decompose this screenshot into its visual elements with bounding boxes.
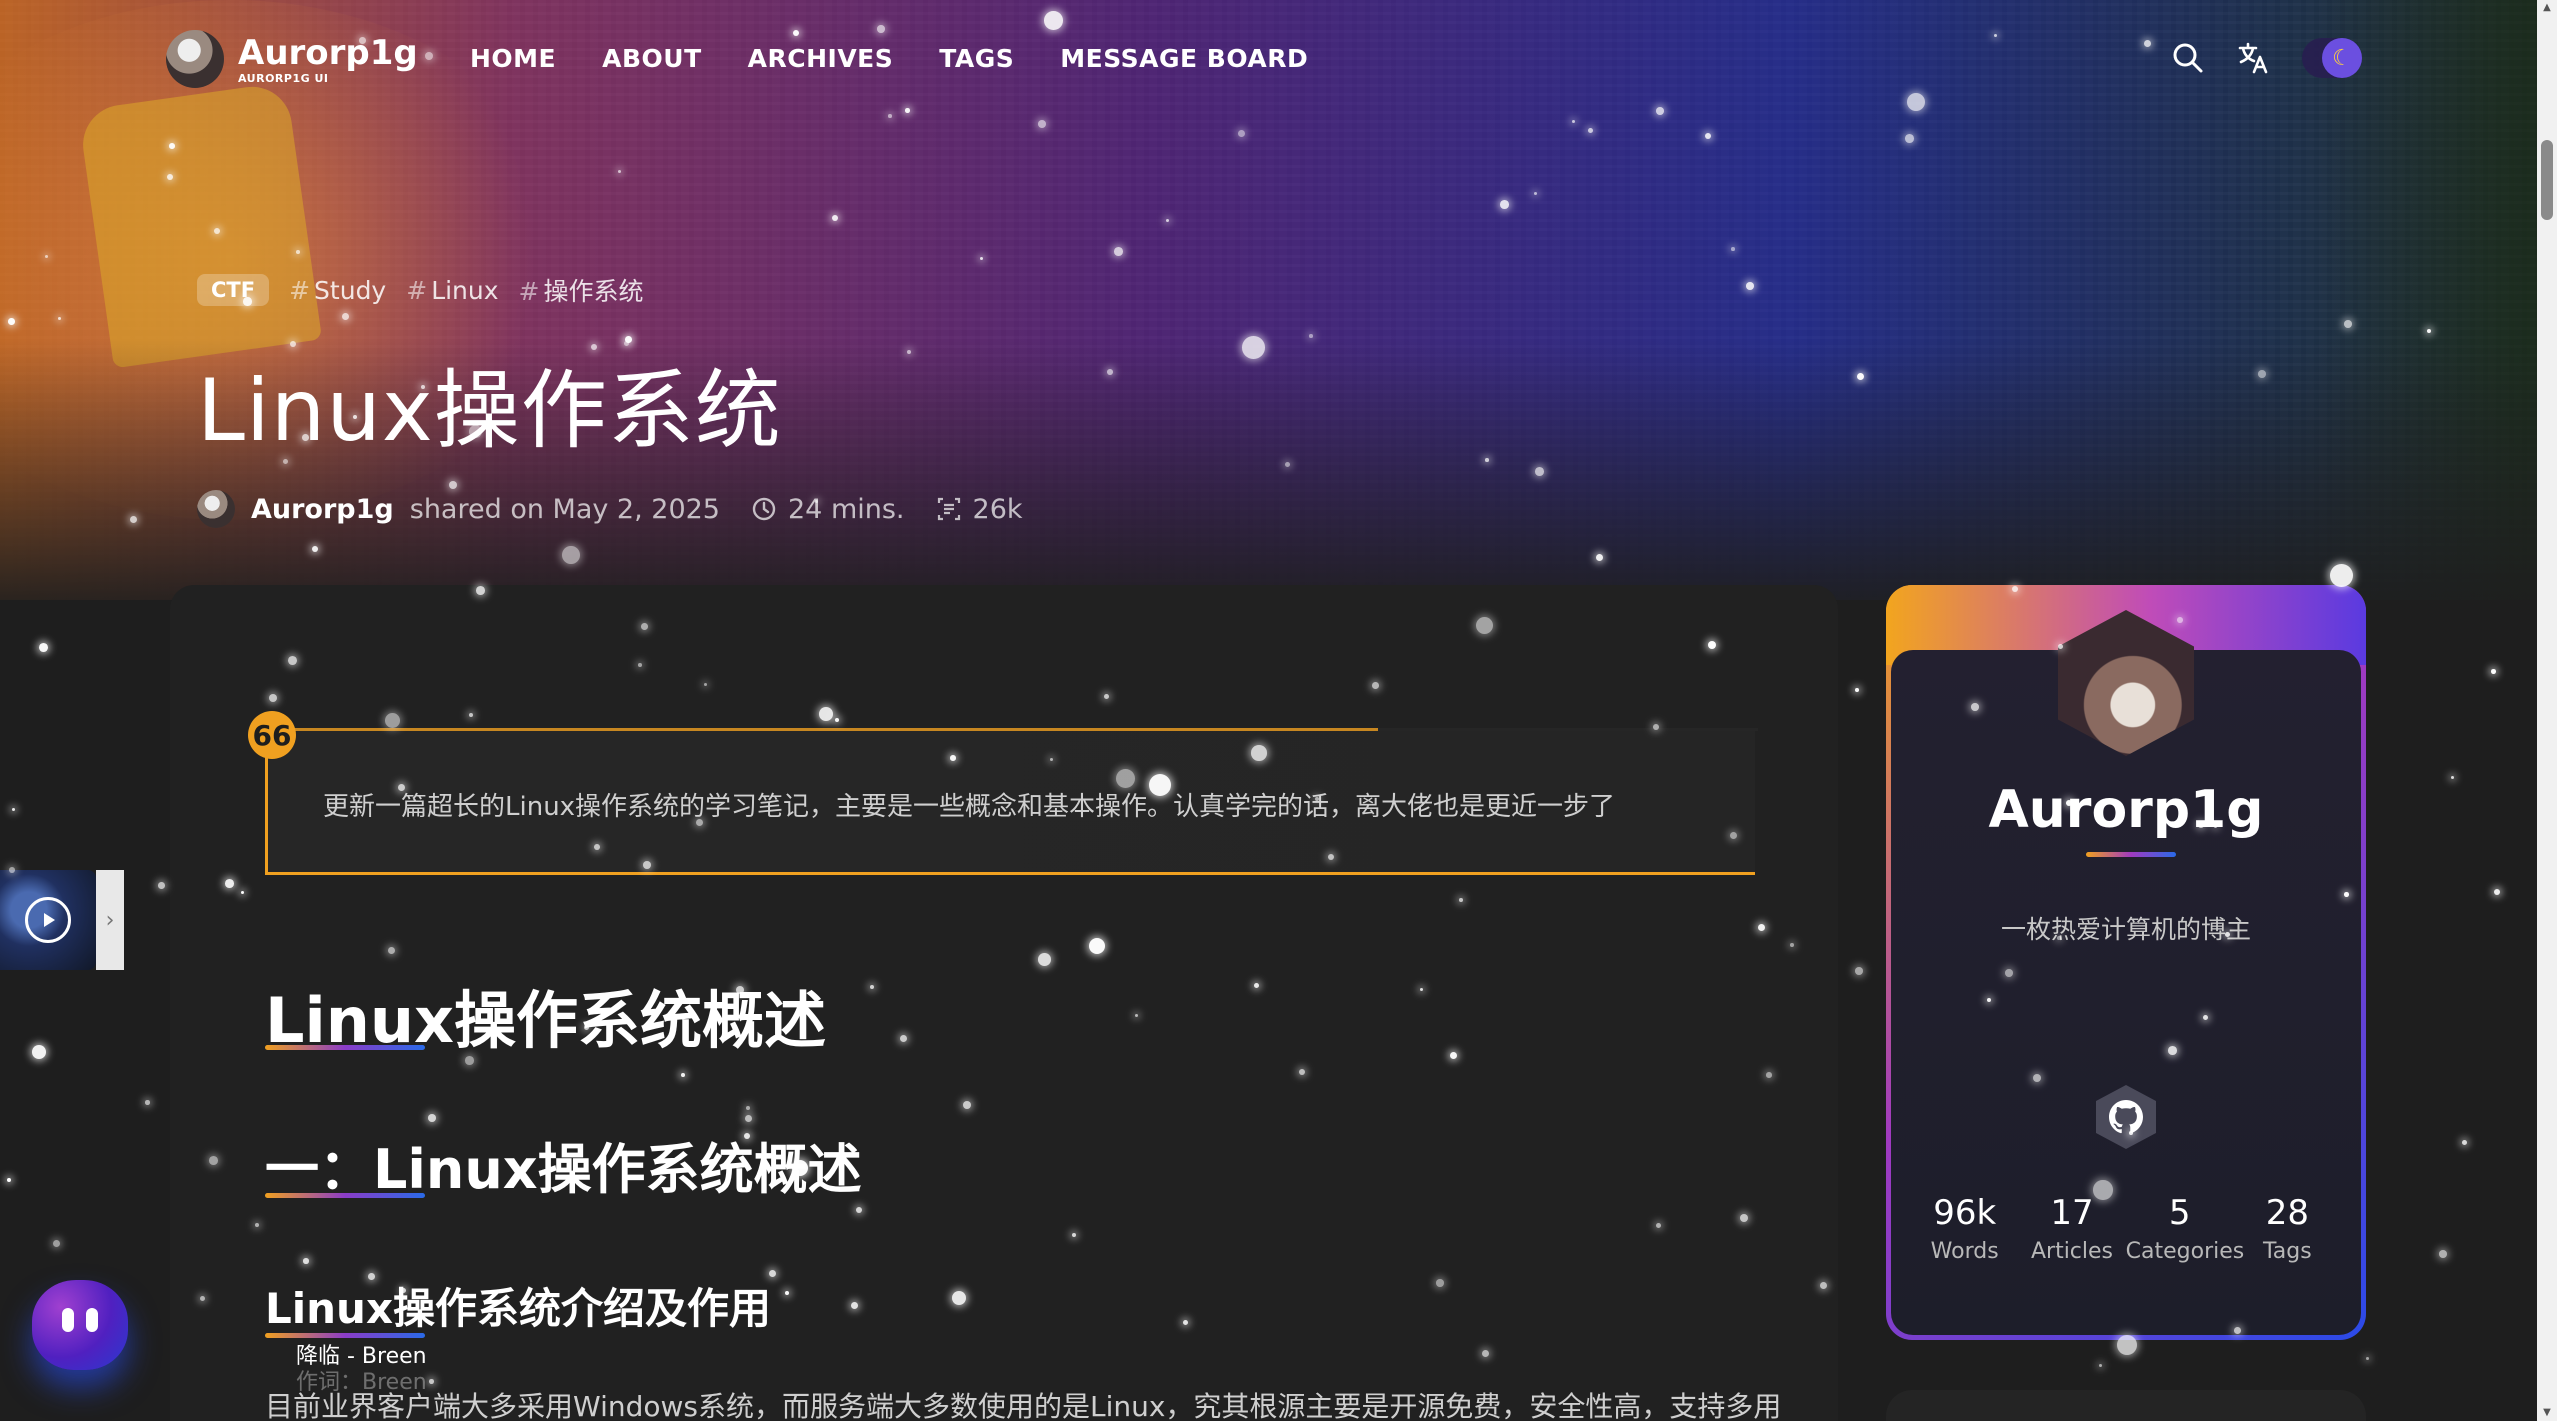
snowflake bbox=[1855, 967, 1863, 975]
brand-avatar bbox=[166, 30, 224, 88]
read-time: 24 mins. bbox=[750, 494, 905, 525]
lyric-next: 作词：Breen bbox=[296, 1370, 427, 1395]
tag-link[interactable]: # Linux bbox=[406, 276, 498, 305]
hash-icon: # bbox=[518, 277, 540, 306]
expand-player-button[interactable]: › bbox=[96, 870, 124, 970]
article-card: 66 更新一篇超长的Linux操作系统的学习笔记，主要是一些概念和基本操作。认真… bbox=[170, 585, 1838, 1421]
stat-label: Categories bbox=[2125, 1239, 2245, 1264]
quote-icon: 66 bbox=[248, 711, 296, 759]
snowflake bbox=[7, 1178, 11, 1182]
nav-message-board[interactable]: MESSAGE BOARD bbox=[1060, 44, 1308, 73]
shared-date: shared on May 2, 2025 bbox=[409, 493, 720, 525]
heading-underline bbox=[265, 1193, 425, 1198]
mascot-eye bbox=[62, 1308, 74, 1332]
snowflake bbox=[1855, 688, 1859, 692]
theme-toggle[interactable]: ☾ bbox=[2302, 38, 2362, 78]
stat-tags[interactable]: 28 Tags bbox=[2234, 1193, 2341, 1264]
tag-link[interactable]: # Study bbox=[289, 276, 386, 305]
quote-text: 更新一篇超长的Linux操作系统的学习笔记，主要是一些概念和基本操作。认真学完的… bbox=[323, 792, 1616, 822]
snowflake bbox=[2462, 1140, 2468, 1146]
heading-underline bbox=[265, 1045, 425, 1050]
stat-label: Tags bbox=[2262, 1239, 2312, 1264]
stat-categories[interactable]: 5 Categories bbox=[2125, 1193, 2245, 1264]
translate-icon[interactable] bbox=[2236, 40, 2272, 76]
nav-tags[interactable]: TAGS bbox=[939, 44, 1014, 73]
page-scrollbar[interactable]: ▲ ▼ bbox=[2537, 0, 2557, 1421]
brand-text: Aurorp1g AURORP1G UI bbox=[238, 34, 418, 85]
snowflake bbox=[145, 1100, 150, 1105]
mascot-eye bbox=[86, 1308, 98, 1332]
hero-decoration bbox=[77, 81, 323, 369]
snowflake bbox=[53, 1240, 61, 1248]
stat-words[interactable]: 96k Words bbox=[1911, 1193, 2018, 1264]
brand[interactable]: Aurorp1g AURORP1G UI bbox=[166, 30, 418, 88]
word-count-value: 26k bbox=[972, 493, 1023, 525]
main-menu: HOME ABOUT ARCHIVES TAGS MESSAGE BOARD bbox=[470, 44, 1308, 73]
sidebar-card bbox=[1886, 1390, 2366, 1421]
read-time-value: 24 mins. bbox=[788, 493, 905, 525]
profile-body: Aurorp1g 一枚热爱计算机的博主 96k Words 17 Article… bbox=[1891, 610, 2361, 1335]
nav-about[interactable]: ABOUT bbox=[602, 44, 702, 73]
hash-icon: # bbox=[406, 275, 428, 305]
tag-label: Linux bbox=[431, 275, 499, 305]
stat-label: Articles bbox=[2030, 1239, 2114, 1264]
profile-bio: 一枚热爱计算机的博主 bbox=[2000, 915, 2251, 944]
word-count: 26k bbox=[935, 494, 1023, 525]
github-icon[interactable] bbox=[2096, 1085, 2156, 1149]
heading-3: Linux操作系统介绍及作用 bbox=[265, 1284, 772, 1333]
brand-subtitle: AURORP1G UI bbox=[238, 71, 329, 85]
stat-value: 5 bbox=[2168, 1193, 2191, 1233]
post-title: Linux操作系统 bbox=[197, 361, 782, 461]
snowflake bbox=[2439, 1250, 2447, 1258]
music-player: › bbox=[0, 870, 125, 970]
play-icon[interactable] bbox=[25, 897, 71, 943]
snowflake bbox=[2491, 669, 2496, 674]
profile-name: Aurorp1g bbox=[1988, 780, 2264, 840]
top-navbar: Aurorp1g AURORP1G UI HOME ABOUT ARCHIVES… bbox=[0, 0, 2557, 122]
author-avatar bbox=[197, 490, 235, 528]
moon-icon: ☾ bbox=[2322, 38, 2362, 78]
snowflake bbox=[2494, 889, 2501, 896]
snowflake bbox=[32, 1045, 46, 1059]
stat-label: Words bbox=[1930, 1239, 1999, 1264]
clock-icon bbox=[752, 497, 776, 521]
tag-label: 操作系统 bbox=[543, 277, 644, 306]
search-icon[interactable] bbox=[2170, 40, 2206, 76]
post-meta: Aurorp1g shared on May 2, 2025 24 mins. … bbox=[197, 490, 1023, 528]
summary-quote: 66 更新一篇超长的Linux操作系统的学习笔记，主要是一些概念和基本操作。认真… bbox=[248, 711, 1758, 875]
scroll-thumb[interactable] bbox=[2541, 140, 2553, 220]
snowflake bbox=[2366, 1357, 2370, 1361]
snowflake bbox=[2099, 1364, 2103, 1368]
profile-stats: 96k Words 17 Articles 5 Categories 28 Ta… bbox=[1911, 1193, 2341, 1264]
profile-underline bbox=[2086, 852, 2176, 857]
article-paragraph: 目前业界客户端大多采用Windows系统，而服务端大多数使用的是Linux，究其… bbox=[265, 1390, 1782, 1421]
stat-articles[interactable]: 17 Articles bbox=[2018, 1193, 2125, 1264]
mascot-widget[interactable] bbox=[32, 1280, 128, 1370]
nav-tools: ☾ bbox=[2170, 38, 2362, 78]
scroll-down-arrow[interactable]: ▼ bbox=[2541, 1407, 2553, 1419]
snowflake bbox=[158, 882, 165, 889]
scroll-up-arrow[interactable]: ▲ bbox=[2541, 2, 2553, 14]
snowflake bbox=[12, 808, 16, 812]
nav-home[interactable]: HOME bbox=[470, 44, 556, 73]
tag-link[interactable]: # 操作系统 bbox=[519, 272, 644, 308]
post-tags: CTF # Study # Linux # 操作系统 bbox=[197, 272, 644, 308]
stat-value: 28 bbox=[2265, 1193, 2309, 1233]
tag-label: Study bbox=[314, 275, 387, 305]
author-name[interactable]: Aurorp1g bbox=[251, 494, 394, 525]
brand-name: Aurorp1g bbox=[238, 32, 418, 73]
hash-icon: # bbox=[289, 275, 311, 305]
stat-value: 17 bbox=[2050, 1193, 2094, 1233]
nav-archives[interactable]: ARCHIVES bbox=[748, 44, 894, 73]
snowflake bbox=[39, 643, 48, 652]
snowflake bbox=[2451, 776, 2455, 780]
category-chip[interactable]: CTF bbox=[197, 274, 270, 306]
stat-value: 96k bbox=[1933, 1193, 1997, 1233]
album-cover[interactable] bbox=[0, 870, 96, 970]
profile-card: Aurorp1g 一枚热爱计算机的博主 96k Words 17 Article… bbox=[1886, 585, 2366, 1340]
word-count-icon bbox=[937, 497, 960, 521]
